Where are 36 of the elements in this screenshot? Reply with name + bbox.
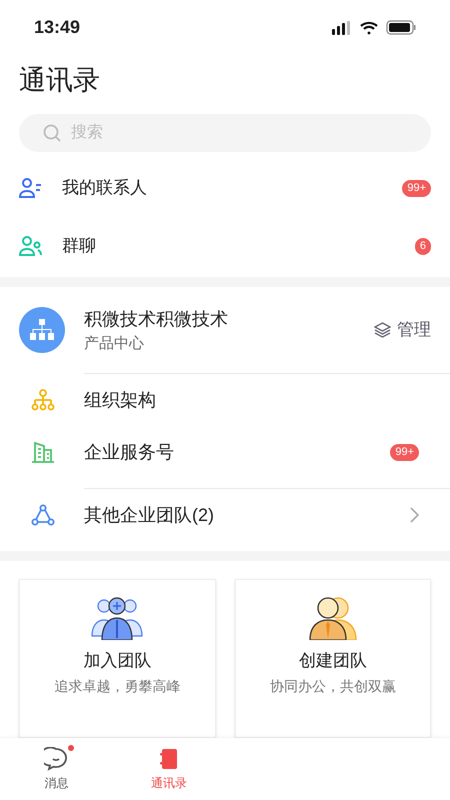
- building-icon: [31, 441, 55, 463]
- count-badge: 6: [414, 238, 431, 254]
- list-item[interactable]: 组织架构: [0, 374, 450, 426]
- count-badge: 99+: [402, 180, 431, 196]
- count-badge: 99+: [390, 444, 419, 460]
- team-card[interactable]: 加入团队 追求卓越，勇攀高峰: [19, 579, 216, 738]
- team-card[interactable]: 创建团队 协同办公，共创双赢: [234, 579, 431, 738]
- person-icon: [19, 177, 43, 199]
- signal-icon: [332, 20, 352, 34]
- card-subtitle: 协同办公，共创双赢: [270, 679, 396, 693]
- list-item[interactable]: 群聊 6: [0, 217, 450, 275]
- card-subtitle: 追求卓越，勇攀高峰: [54, 679, 180, 693]
- hierarchy-icon: [29, 319, 55, 341]
- search-icon: [43, 124, 61, 142]
- search-field[interactable]: 搜索: [19, 114, 431, 152]
- list-item[interactable]: 我的联系人 99+: [0, 159, 450, 217]
- tab-item[interactable]: 通讯录: [112, 738, 225, 800]
- status-time: 13:49: [34, 16, 80, 39]
- network-icon: [31, 504, 55, 526]
- card-title: 加入团队: [83, 652, 152, 669]
- battery-icon: [386, 20, 416, 35]
- page-title: 通讯录: [18, 64, 101, 97]
- chat-icon: [44, 746, 68, 770]
- people-icon: [19, 235, 43, 257]
- tab-item[interactable]: 消息: [0, 738, 112, 800]
- list-item[interactable]: 其他企业团队(2): [0, 489, 450, 541]
- wifi-icon: [360, 20, 378, 34]
- hierarchy-icon: [31, 389, 55, 411]
- search-input[interactable]: 搜索: [71, 121, 407, 145]
- card-title: 创建团队: [298, 652, 367, 669]
- manage-button[interactable]: 管理: [374, 317, 431, 343]
- list-item[interactable]: 企业服务号 99+: [0, 426, 450, 478]
- department-name: 产品中心: [84, 336, 145, 350]
- organization-name: 积微技术积微技术: [84, 310, 229, 328]
- layers-icon: [374, 322, 391, 338]
- team-join-icon: [90, 596, 144, 640]
